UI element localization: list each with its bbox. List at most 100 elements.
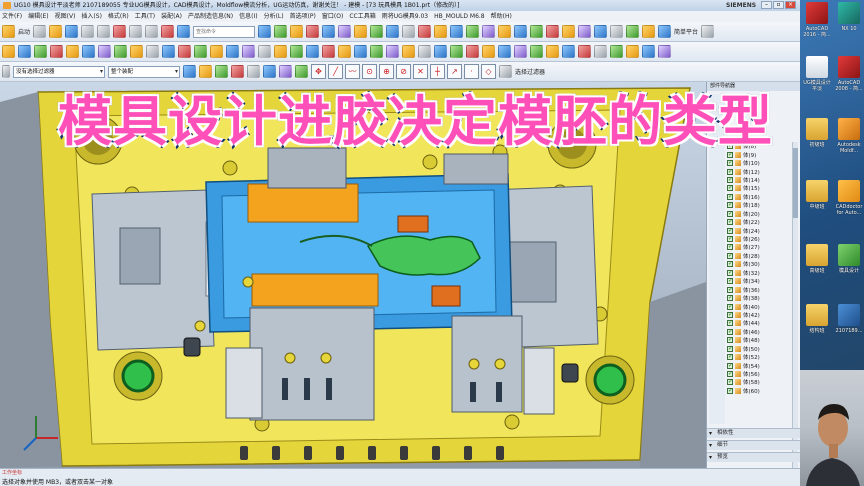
arc-icon[interactable]	[482, 45, 495, 58]
simple-platform-label[interactable]: 简单平台	[674, 27, 698, 36]
render-icon[interactable]	[450, 25, 464, 38]
visibility-checkbox[interactable]	[727, 218, 733, 226]
trim-icon[interactable]	[402, 25, 416, 38]
navigator-row[interactable]: 体(28)	[727, 252, 787, 260]
desktop-icon-autocad-2016[interactable]: AutoCAD 2016 - 简...	[802, 2, 832, 38]
visibility-checkbox[interactable]	[727, 387, 733, 394]
intersect-icon[interactable]	[194, 45, 207, 58]
visibility-checkbox[interactable]	[727, 328, 733, 335]
existing-point-icon[interactable]: ·	[464, 64, 479, 79]
menu-info[interactable]: 信息(I)	[239, 11, 257, 22]
gate-icon[interactable]	[562, 25, 576, 38]
drawing-icon[interactable]	[658, 25, 672, 38]
selection-filter-label[interactable]: 选择过滤器	[515, 67, 545, 76]
slot-icon[interactable]	[114, 45, 127, 58]
visibility-checkbox[interactable]	[727, 303, 733, 310]
desktop-icon-beginner[interactable]: 初级班	[802, 118, 832, 148]
offset-face-icon[interactable]	[210, 45, 223, 58]
start-label[interactable]: 启动	[18, 27, 30, 36]
snap-endpoint-icon[interactable]	[215, 65, 228, 78]
visibility-checkbox[interactable]	[727, 159, 733, 167]
project-curve-icon[interactable]	[514, 45, 527, 58]
chamfer-icon[interactable]	[338, 25, 352, 38]
visibility-checkbox[interactable]	[727, 176, 733, 183]
tangent-icon[interactable]: ⊘	[396, 64, 411, 79]
navigator-row[interactable]: 体(34)	[727, 277, 787, 285]
visibility-checkbox[interactable]	[727, 235, 733, 243]
visibility-checkbox[interactable]	[727, 319, 733, 327]
menu-mold-plugin[interactable]: 雨将UG模具9.03	[382, 11, 428, 22]
navigator-row[interactable]: 体(16)	[727, 193, 787, 201]
wcs-icon[interactable]	[578, 45, 591, 58]
pattern-icon[interactable]	[370, 25, 384, 38]
navigator-row[interactable]: 体(50)	[727, 345, 787, 353]
view-cube-icon[interactable]	[177, 25, 191, 38]
subtract-icon[interactable]	[178, 45, 191, 58]
perpendicular-icon[interactable]: ┼	[430, 64, 445, 79]
move-face-icon[interactable]	[242, 45, 255, 58]
visibility-checkbox[interactable]	[727, 286, 733, 293]
menu-window[interactable]: 窗口(O)	[322, 11, 343, 22]
layer-icon[interactable]	[434, 25, 448, 38]
revolve-icon[interactable]	[290, 25, 304, 38]
menu-toggle-icon[interactable]	[2, 65, 10, 78]
desktop-icon-ug-folder[interactable]: UG模具设计平淡	[802, 56, 832, 92]
desktop-icon-caddoctor[interactable]: CADdoctor for Auto...	[834, 180, 864, 216]
navigator-row[interactable]: 体(36)	[727, 285, 787, 294]
menu-view[interactable]: 视图(V)	[55, 11, 76, 22]
desktop-icon-nx10[interactable]: NX 10	[834, 2, 864, 32]
desktop-icon-structure[interactable]: 结构班	[802, 304, 832, 334]
command-search-input[interactable]: 查找命令	[193, 25, 256, 38]
navigator-row[interactable]: 体(40)	[727, 302, 787, 311]
electrode-icon[interactable]	[626, 25, 640, 38]
visibility-checkbox[interactable]	[727, 168, 733, 175]
datum-axis-icon[interactable]	[418, 45, 431, 58]
sew-icon[interactable]	[370, 45, 383, 58]
thicken-icon[interactable]	[386, 45, 399, 58]
thread-icon[interactable]	[146, 45, 159, 58]
sketch-icon[interactable]	[258, 25, 272, 38]
draft-icon[interactable]	[274, 45, 287, 58]
cut-icon[interactable]	[113, 25, 127, 38]
datum-plane-icon[interactable]	[402, 45, 415, 58]
replace-face-icon[interactable]	[226, 45, 239, 58]
cone-icon[interactable]	[34, 45, 47, 58]
suppress-icon[interactable]	[626, 45, 639, 58]
edge-blend-icon[interactable]	[290, 45, 303, 58]
type-filter-select[interactable]: 没有选择过滤器	[13, 65, 105, 78]
undo-icon[interactable]	[81, 25, 95, 38]
navigator-row[interactable]: 体(32)	[727, 269, 787, 277]
navigator-row[interactable]: 体(14)	[727, 176, 787, 184]
navigator-row[interactable]: 体(20)	[727, 210, 787, 218]
shell-icon[interactable]	[354, 25, 368, 38]
paste-icon[interactable]	[145, 25, 159, 38]
start-icon[interactable]	[2, 25, 15, 38]
menu-hb-mould[interactable]: HB_MOULD M6.8	[434, 11, 485, 22]
sphere-icon[interactable]	[50, 45, 63, 58]
menu-assembly[interactable]: 装配(A)	[161, 11, 182, 22]
navigator-row[interactable]: 体(38)	[727, 294, 787, 302]
details-section[interactable]: 细节	[707, 440, 800, 450]
minimize-button[interactable]: –	[761, 1, 772, 9]
menu-insert[interactable]: 插入(S)	[81, 11, 102, 22]
visibility-checkbox[interactable]	[727, 345, 733, 352]
visibility-checkbox[interactable]	[727, 336, 733, 344]
bridge-curve-icon[interactable]	[562, 45, 575, 58]
menu-file[interactable]: 文件(F)	[2, 11, 22, 22]
menu-analysis[interactable]: 分析(L)	[264, 11, 284, 22]
navigator-row[interactable]: 体(58)	[727, 378, 787, 386]
visibility-checkbox[interactable]	[727, 294, 733, 302]
hole-icon[interactable]	[306, 25, 320, 38]
pocket-icon[interactable]	[82, 45, 95, 58]
navigator-row[interactable]: 体(60)	[727, 387, 787, 395]
point-icon[interactable]	[450, 45, 463, 58]
intersect-curve-icon[interactable]	[530, 45, 543, 58]
navigator-row[interactable]: 体(56)	[727, 370, 787, 378]
snap-midpoint-icon[interactable]	[231, 65, 244, 78]
navigator-scrollbar[interactable]	[792, 142, 798, 468]
navigator-row[interactable]: 体(42)	[727, 311, 787, 319]
visibility-checkbox[interactable]	[727, 210, 733, 217]
ejector-icon[interactable]	[546, 25, 560, 38]
groove-icon[interactable]	[130, 45, 143, 58]
maximize-button[interactable]: ▫	[773, 1, 784, 9]
